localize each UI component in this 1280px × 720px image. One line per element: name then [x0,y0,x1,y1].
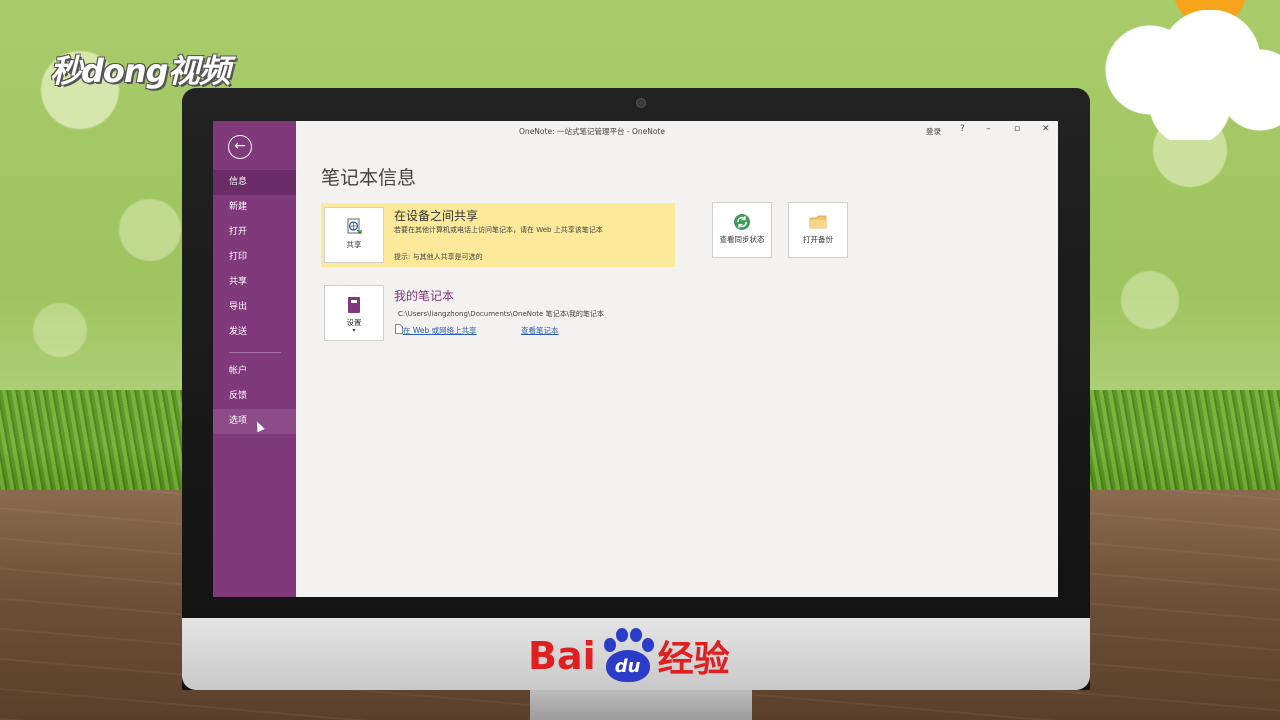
close-button[interactable]: ✕ [1042,124,1050,134]
baidu-logo-text: Bai [528,634,596,678]
share-card-hint: 提示: 与其他人共享是可选的 [394,253,483,261]
document-icon [395,324,403,334]
globe-share-icon [347,218,362,234]
sidebar-item-info[interactable]: 信息 [213,170,296,195]
login-button[interactable]: 登录 [926,126,941,137]
jingyan-text: 经验 [657,639,730,680]
sync-status-label: 查看同步状态 [719,235,765,244]
sidebar-item-open[interactable]: 打开 [213,220,296,245]
sidebar-item-share[interactable]: 共享 [213,270,296,295]
baidu-jingyan-logo: Bai du 经验 [528,628,730,684]
baidu-du-text: du [605,650,650,682]
share-card-title: 在设备之间共享 [394,209,479,223]
sidebar-item-print[interactable]: 打印 [213,245,296,270]
baidu-paw-icon: du [598,628,656,684]
sidebar-divider [229,352,281,353]
chevron-down-icon: ▾ [352,327,356,334]
open-backup-button[interactable]: 打开备份 [788,202,848,258]
window-title: OneNote: 一站式笔记管理平台 - OneNote [519,127,665,136]
onenote-window: ← 信息 新建 打开 打印 共享 导出 发送 帐户 反馈 选项 OneNote:… [213,121,1058,597]
settings-label: 设置 [346,318,362,327]
sidebar-item-feedback[interactable]: 反馈 [213,384,296,409]
sidebar-item-send[interactable]: 发送 [213,320,296,345]
sidebar-item-account[interactable]: 帐户 [213,359,296,384]
notebook-icon [348,297,360,313]
notebook-path: C:\Users\liangzhong\Documents\OneNote 笔记… [398,310,604,318]
title-bar: OneNote: 一站式笔记管理平台 - OneNote 登录 ? – ▫ ✕ [296,121,1058,141]
share-card-description: 若要在其他计算机或电话上访问笔记本，请在 Web 上共享该笔记本 [394,226,603,234]
webcam [636,98,646,108]
cloud-decoration [1090,10,1280,140]
share-button-label: 共享 [346,240,362,249]
video-brand-logo: 秒dong视频 [50,52,231,90]
notebook-title: 我的笔记本 [394,289,455,303]
sync-icon [734,214,750,230]
view-notebook-link[interactable]: 查看笔记本 [521,325,559,336]
folder-icon [809,215,827,229]
share-button[interactable]: 共享 [324,207,384,263]
monitor-stand [530,690,752,720]
page-title: 笔记本信息 [321,167,417,189]
share-on-web-link[interactable]: 在 Web 或网络上共享 [403,325,477,336]
sidebar-item-new[interactable]: 新建 [213,195,296,220]
backstage-sidebar: ← 信息 新建 打开 打印 共享 导出 发送 帐户 反馈 选项 [213,121,296,597]
back-arrow-icon[interactable]: ← [228,135,252,159]
restore-button[interactable]: ▫ [1014,124,1020,134]
notebook-settings-button[interactable]: 设置 ▾ [324,285,384,341]
help-button[interactable]: ? [960,124,965,134]
view-sync-status-button[interactable]: 查看同步状态 [712,202,772,258]
minimize-button[interactable]: – [986,124,991,134]
open-backup-label: 打开备份 [803,235,833,244]
sidebar-item-export[interactable]: 导出 [213,295,296,320]
